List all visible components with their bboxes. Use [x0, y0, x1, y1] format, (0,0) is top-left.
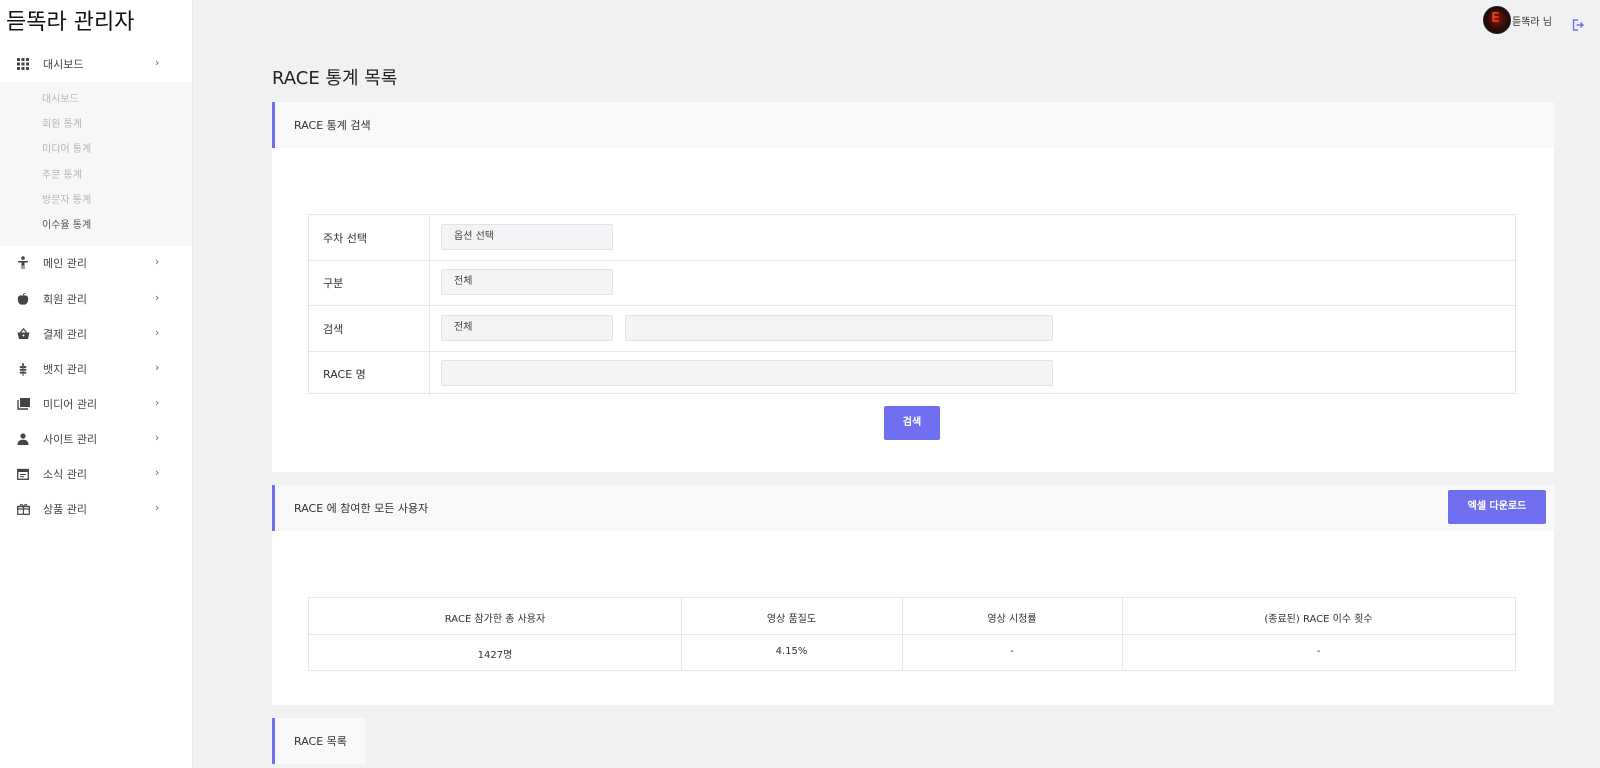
- form-row-search: 검색 전체: [309, 305, 1515, 352]
- sidebar: 듣똑라 관리자 대시보드 › 대시보드 회원 통계 미디어 통계 주문 통계 방…: [0, 0, 193, 768]
- table-cell: 1427명: [477, 650, 513, 661]
- search-type-select[interactable]: 전체: [441, 315, 613, 341]
- column-divider: [429, 215, 430, 260]
- stats-table: RACE 참가한 총 사용자 영상 품질도 영상 시청률 (종료된) RACE …: [308, 597, 1516, 671]
- form-row-category: 구분 전체: [309, 260, 1515, 306]
- grid-icon: [16, 57, 30, 71]
- column-divider: [902, 598, 903, 670]
- search-form: 주차 선택 옵션 선택 구분 전체 검색 전체 RACE 명: [308, 214, 1516, 396]
- app-title[interactable]: 듣똑라 관리자: [6, 4, 134, 36]
- column-header: (종료된) RACE 이수 횟수: [1264, 614, 1373, 625]
- row-divider: [309, 634, 1515, 635]
- column-divider: [429, 260, 430, 305]
- page-title: RACE 통계 목록: [272, 68, 398, 89]
- search-card: RACE 통계 검색 주차 선택 옵션 선택 구분 전체 검색 전체 RACE …: [272, 102, 1554, 472]
- chevron-right-icon: ›: [155, 56, 160, 69]
- sidebar-item-label: 미디어 관리: [43, 398, 98, 411]
- chevron-right-icon: ›: [155, 466, 160, 479]
- submenu-item-order-stats[interactable]: 주문 통계: [42, 166, 82, 181]
- excel-download-button[interactable]: 엑셀 다운로드: [1448, 490, 1546, 524]
- dashboard-submenu: 대시보드 회원 통계 미디어 통계 주문 통계 방문자 통계 이수율 통계: [0, 82, 192, 246]
- person-icon: [16, 256, 30, 270]
- search-keyword-input[interactable]: [625, 315, 1053, 341]
- card-header: RACE 에 참여한 모든 사용자: [272, 485, 1554, 531]
- chevron-right-icon: ›: [155, 396, 160, 409]
- sidebar-item-members[interactable]: 회원 관리 ›: [0, 283, 192, 315]
- sidebar-item-dashboard[interactable]: 대시보드 ›: [0, 48, 192, 80]
- field-label: 주차 선택: [323, 232, 367, 245]
- sidebar-item-label: 상품 관리: [43, 503, 87, 516]
- category-select[interactable]: 전체: [441, 269, 613, 295]
- sidebar-item-label: 사이트 관리: [43, 433, 98, 446]
- search-button[interactable]: 검색: [884, 406, 940, 440]
- table-cell: -: [1316, 646, 1321, 657]
- sidebar-item-label: 뱃지 관리: [43, 363, 87, 376]
- sidebar-item-label: 소식 관리: [43, 468, 87, 481]
- avatar-logo-icon: E: [1491, 11, 1500, 26]
- chevron-right-icon: ›: [155, 501, 160, 514]
- wheat-icon: [16, 362, 30, 376]
- submenu-item-dashboard[interactable]: 대시보드: [42, 90, 79, 105]
- sidebar-item-products[interactable]: 상품 관리 ›: [0, 493, 192, 525]
- sidebar-item-payments[interactable]: 결제 관리 ›: [0, 318, 192, 350]
- card-title: RACE 통계 검색: [294, 119, 371, 132]
- field-label: RACE 명: [323, 368, 366, 381]
- sidebar-item-label: 메인 관리: [43, 257, 87, 270]
- column-divider: [429, 351, 430, 396]
- form-row-race-name: RACE 명: [309, 351, 1515, 396]
- gift-icon: [16, 502, 30, 516]
- user-icon: [16, 432, 30, 446]
- sidebar-item-badges[interactable]: 뱃지 관리 ›: [0, 353, 192, 385]
- card-header: RACE 목록: [272, 718, 365, 764]
- logout-icon[interactable]: [1572, 16, 1584, 35]
- stats-card: RACE 에 참여한 모든 사용자 엑셀 다운로드 RACE 참가한 총 사용자…: [272, 485, 1554, 705]
- apple-icon: [16, 292, 30, 306]
- form-row-week: 주차 선택 옵션 선택: [309, 215, 1515, 261]
- chevron-right-icon: ›: [155, 291, 160, 304]
- field-label: 검색: [323, 323, 344, 336]
- column-divider: [681, 598, 682, 670]
- chevron-right-icon: ›: [155, 326, 160, 339]
- chevron-right-icon: ›: [155, 431, 160, 444]
- library-icon: [16, 397, 30, 411]
- race-list-card: RACE 목록: [272, 718, 365, 768]
- chevron-right-icon: ›: [155, 361, 160, 374]
- column-header: 영상 품질도: [766, 614, 817, 625]
- sidebar-item-label: 결제 관리: [43, 328, 87, 341]
- sidebar-item-media[interactable]: 미디어 관리 ›: [0, 388, 192, 420]
- field-label: 구분: [323, 277, 344, 290]
- column-divider: [429, 306, 430, 351]
- card-title: RACE 에 참여한 모든 사용자: [294, 502, 429, 515]
- table-cell: -: [1010, 646, 1014, 657]
- sidebar-item-main[interactable]: 메인 관리 ›: [0, 247, 192, 279]
- submenu-item-completion-stats[interactable]: 이수율 통계: [42, 216, 91, 231]
- sidebar-item-site[interactable]: 사이트 관리 ›: [0, 423, 192, 455]
- user-name: 듣똑라 님: [1512, 17, 1552, 28]
- calendar-icon: [16, 467, 30, 481]
- sidebar-item-label: 대시보드: [43, 58, 84, 71]
- column-header: 영상 시청률: [987, 614, 1037, 625]
- submenu-item-media-stats[interactable]: 미디어 통계: [42, 140, 91, 155]
- column-divider: [1122, 598, 1123, 670]
- race-name-input[interactable]: [441, 360, 1053, 386]
- basket-icon: [16, 327, 30, 341]
- week-select[interactable]: 옵션 선택: [441, 224, 613, 250]
- submenu-item-member-stats[interactable]: 회원 통계: [42, 115, 82, 130]
- sidebar-item-label: 회원 관리: [43, 293, 87, 306]
- card-header: RACE 통계 검색: [272, 102, 1554, 148]
- table-cell: 4.15%: [775, 646, 808, 657]
- column-header: RACE 참가한 총 사용자: [444, 614, 546, 625]
- sidebar-item-news[interactable]: 소식 관리 ›: [0, 458, 192, 490]
- chevron-right-icon: ›: [155, 255, 160, 268]
- submenu-item-visitor-stats[interactable]: 방문자 통계: [42, 191, 91, 206]
- card-title: RACE 목록: [294, 735, 347, 748]
